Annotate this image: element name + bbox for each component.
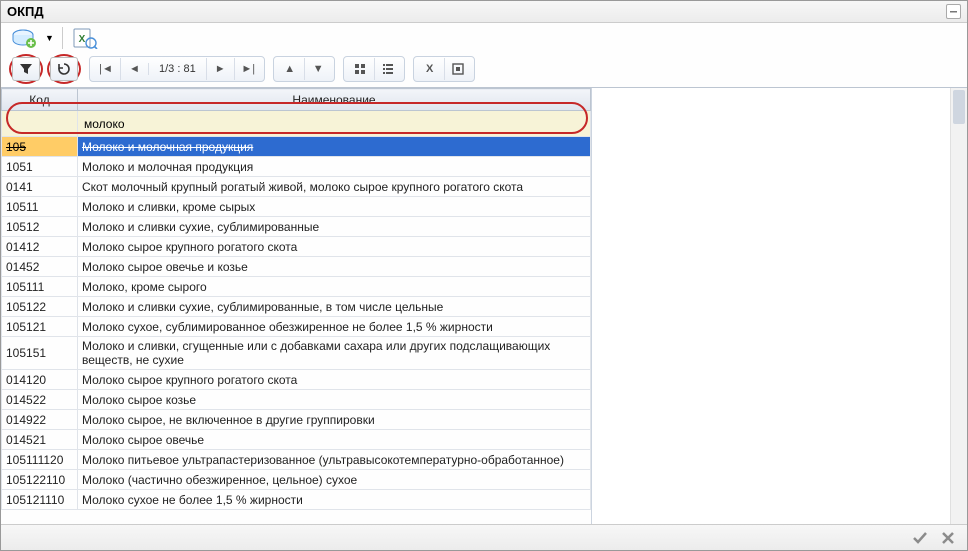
sort-desc-button[interactable]: ▼ — [304, 58, 332, 80]
sort-asc-button[interactable]: ▲ — [276, 58, 304, 80]
cell-code: 105122110 — [2, 470, 78, 490]
filter-button[interactable] — [12, 57, 40, 81]
table-row[interactable]: 014521Молоко сырое овечье — [2, 430, 591, 450]
grid-view-button[interactable] — [346, 58, 374, 80]
table-row[interactable]: 105151Молоко и сливки, сгущенные или с д… — [2, 337, 591, 370]
table-row[interactable]: 014922Молоко сырое, не включенное в друг… — [2, 410, 591, 430]
list-view-button[interactable] — [374, 58, 402, 80]
refresh-button-circle — [47, 54, 81, 84]
cell-name: Скот молочный крупный рогатый живой, мол… — [78, 177, 591, 197]
table-row[interactable]: 105Молоко и молочная продукция — [2, 137, 591, 157]
nav-toolbar: |◄ ◄ 1/3 : 81 ► ►| ▲ ▼ X — [1, 53, 967, 87]
scrollbar-thumb[interactable] — [953, 90, 965, 124]
cell-name: Молоко сырое козье — [78, 390, 591, 410]
main-toolbar: ▼ X — [1, 23, 967, 53]
cell-name: Молоко сырое крупного рогатого скота — [78, 237, 591, 257]
app-window: ОКПД ▼ X — [0, 0, 968, 551]
cell-name: Молоко и молочная продукция — [78, 157, 591, 177]
cell-code: 0141 — [2, 177, 78, 197]
next-page-button[interactable]: ► — [206, 58, 234, 80]
table-row[interactable]: 105122Молоко и сливки сухие, сублимирова… — [2, 297, 591, 317]
table-row[interactable]: 10512Молоко и сливки сухие, сублимирован… — [2, 217, 591, 237]
cell-name: Молоко и сливки сухие, сублимированные, … — [78, 297, 591, 317]
clear-button[interactable]: X — [416, 58, 444, 80]
cell-name: Молоко сырое, не включенное в другие гру… — [78, 410, 591, 430]
cell-code: 10511 — [2, 197, 78, 217]
table-row[interactable]: 01452Молоко сырое овечье и козье — [2, 257, 591, 277]
last-page-button[interactable]: ►| — [234, 58, 262, 80]
window-title: ОКПД — [7, 4, 44, 19]
cell-name: Молоко и сливки, сгущенные или с добавка… — [78, 337, 591, 370]
cell-code: 10512 — [2, 217, 78, 237]
cell-code: 105122 — [2, 297, 78, 317]
select-button[interactable] — [444, 58, 472, 80]
cell-name: Молоко и сливки, кроме сырых — [78, 197, 591, 217]
svg-text:X: X — [79, 34, 86, 45]
cell-name: Молоко (частично обезжиренное, цельное) … — [78, 470, 591, 490]
grid-pane: Код Наименование 105Молоко и молочная пр… — [1, 88, 591, 526]
cell-code: 105 — [2, 137, 78, 157]
content-area: Код Наименование 105Молоко и молочная пр… — [1, 87, 967, 526]
cell-name: Молоко питьевое ультрапастеризованное (у… — [78, 450, 591, 470]
cell-code: 105151 — [2, 337, 78, 370]
toolbar-separator — [62, 27, 63, 49]
cell-code: 105121 — [2, 317, 78, 337]
table-row[interactable]: 10511Молоко и сливки, кроме сырых — [2, 197, 591, 217]
prev-page-button[interactable]: ◄ — [120, 58, 148, 80]
cell-name: Молоко, кроме сырого — [78, 277, 591, 297]
header-row: Код Наименование — [2, 89, 591, 111]
cell-name: Молоко сырое овечье и козье — [78, 257, 591, 277]
cell-code: 014120 — [2, 370, 78, 390]
cell-code: 01412 — [2, 237, 78, 257]
filter-row — [2, 111, 591, 137]
table-row[interactable]: 014120Молоко сырое крупного рогатого ско… — [2, 370, 591, 390]
footer — [1, 524, 967, 550]
titlebar: ОКПД — [1, 1, 967, 23]
cell-code: 105121110 — [2, 490, 78, 510]
table-row[interactable]: 01412Молоко сырое крупного рогатого скот… — [2, 237, 591, 257]
table-row[interactable]: 105111120Молоко питьевое ультрапастеризо… — [2, 450, 591, 470]
cell-name: Молоко и молочная продукция — [78, 137, 591, 157]
new-record-icon[interactable] — [11, 26, 39, 50]
cell-code: 014922 — [2, 410, 78, 430]
cell-code: 014521 — [2, 430, 78, 450]
page-indicator: 1/3 : 81 — [148, 63, 206, 75]
data-grid: Код Наименование 105Молоко и молочная пр… — [1, 88, 591, 510]
cancel-button[interactable] — [939, 529, 957, 547]
cell-name: Молоко сырое овечье — [78, 430, 591, 450]
apply-button[interactable] — [911, 529, 929, 547]
cell-code: 1051 — [2, 157, 78, 177]
vertical-scrollbar[interactable] — [950, 88, 967, 526]
table-row[interactable]: 105111Молоко, кроме сырого — [2, 277, 591, 297]
table-row[interactable]: 105121Молоко сухое, сублимированное обез… — [2, 317, 591, 337]
cell-code: 105111 — [2, 277, 78, 297]
pager: |◄ ◄ 1/3 : 81 ► ►| — [89, 56, 265, 82]
table-row[interactable]: 0141Скот молочный крупный рогатый живой,… — [2, 177, 591, 197]
cell-name: Молоко сухое не более 1,5 % жирности — [78, 490, 591, 510]
filter-name-input[interactable] — [78, 112, 590, 136]
table-row[interactable]: 105121110Молоко сухое не более 1,5 % жир… — [2, 490, 591, 510]
table-row[interactable]: 1051Молоко и молочная продукция — [2, 157, 591, 177]
view-group — [343, 56, 405, 82]
col-name[interactable]: Наименование — [78, 89, 591, 111]
filter-code-input[interactable] — [2, 112, 77, 136]
refresh-button[interactable] — [50, 57, 78, 81]
filter-button-circle — [9, 54, 43, 84]
cell-code: 014522 — [2, 390, 78, 410]
table-row[interactable]: 105122110Молоко (частично обезжиренное, … — [2, 470, 591, 490]
cell-name: Молоко сырое крупного рогатого скота — [78, 370, 591, 390]
new-record-dropdown[interactable]: ▼ — [45, 33, 54, 43]
table-row[interactable]: 014522Молоко сырое козье — [2, 390, 591, 410]
cell-name: Молоко сухое, сублимированное обезжиренн… — [78, 317, 591, 337]
detail-pane — [591, 88, 967, 526]
sort-group: ▲ ▼ — [273, 56, 335, 82]
cell-name: Молоко и сливки сухие, сублимированные — [78, 217, 591, 237]
first-page-button[interactable]: |◄ — [92, 58, 120, 80]
cell-code: 01452 — [2, 257, 78, 277]
cell-code: 105111120 — [2, 450, 78, 470]
misc-group: X — [413, 56, 475, 82]
col-code[interactable]: Код — [2, 89, 78, 111]
collapse-button[interactable] — [946, 4, 961, 19]
excel-export-icon[interactable]: X — [71, 26, 99, 50]
